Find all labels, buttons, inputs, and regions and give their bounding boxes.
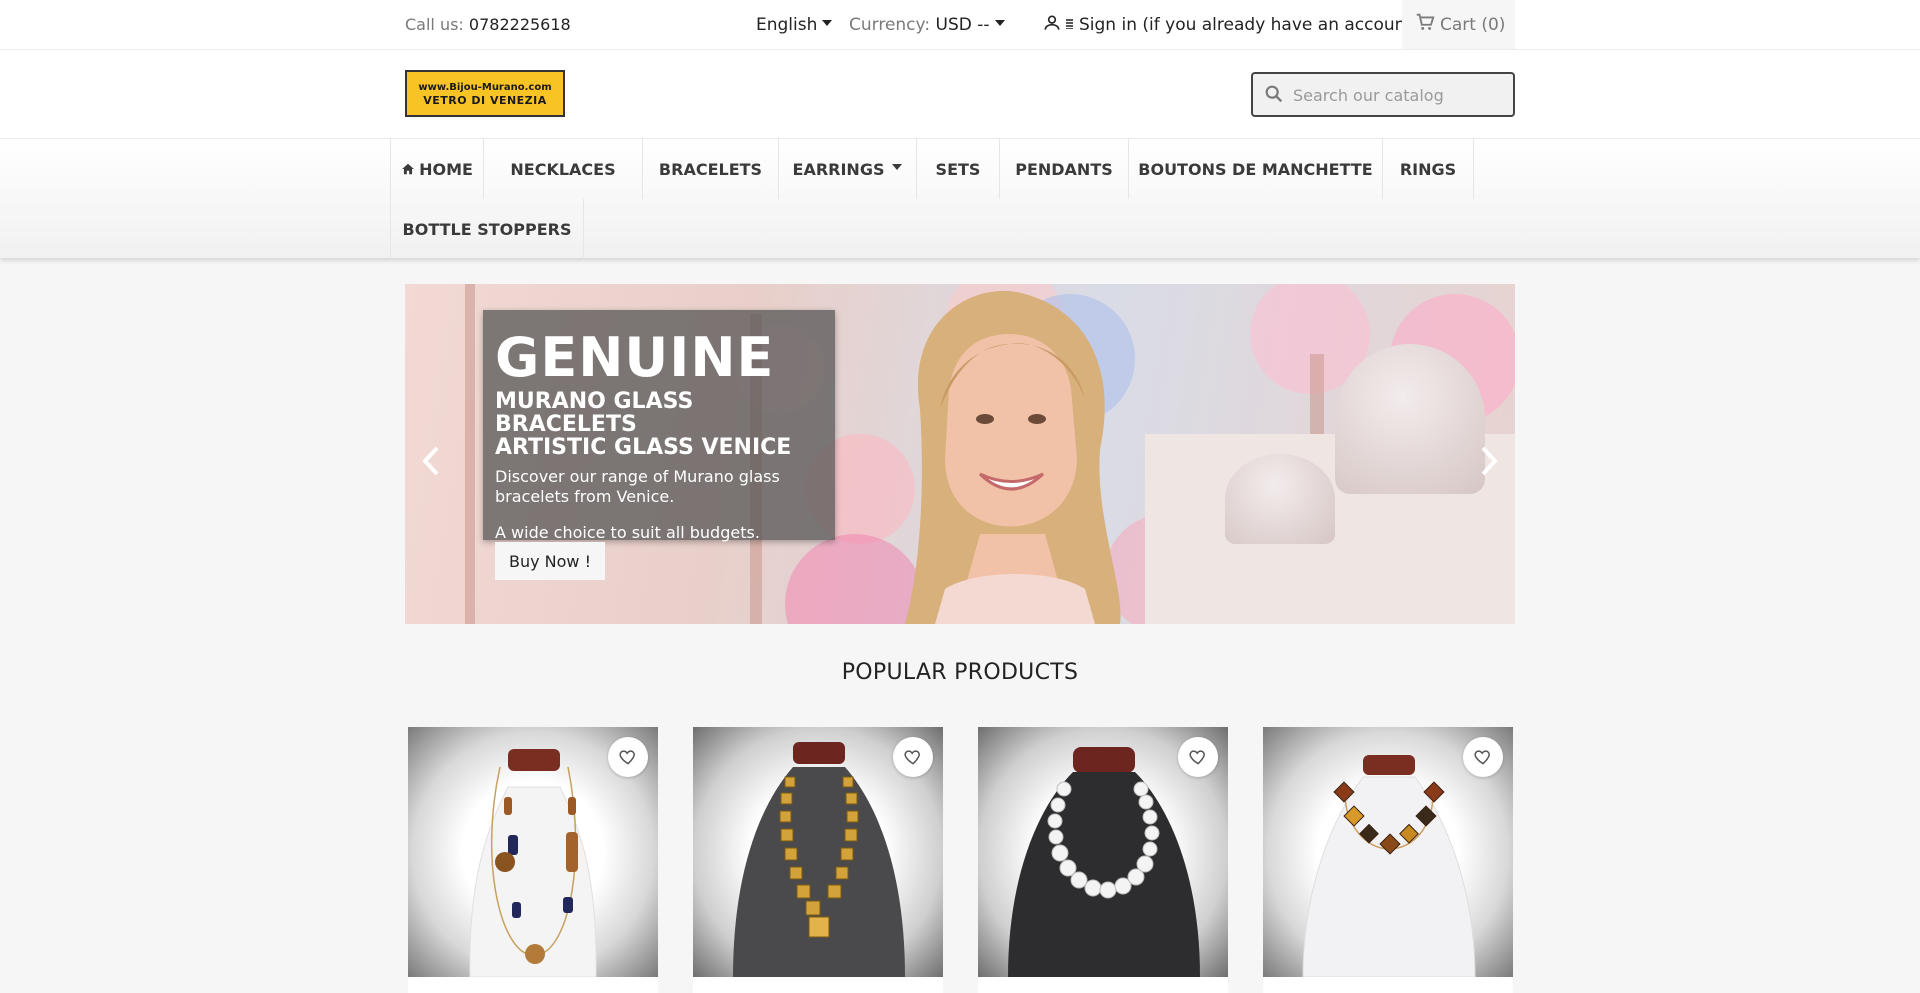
product-card-footer <box>408 977 658 993</box>
sign-in-text: Sign in (if you already have an account) <box>1079 15 1419 35</box>
slide-subtitle-1: MURANO GLASS BRACELETS <box>495 389 694 437</box>
currency-label: Currency: <box>849 15 931 35</box>
wishlist-button[interactable] <box>1463 737 1503 777</box>
caret-down-icon <box>822 20 833 26</box>
wishlist-button[interactable] <box>1178 737 1218 777</box>
menu-item-label: EARRINGS <box>792 159 885 179</box>
heart-icon <box>1189 750 1205 765</box>
hero-slider: GENUINE MURANO GLASS BRACELETS ARTISTIC … <box>405 284 1515 624</box>
buy-now-button[interactable]: Buy Now ! <box>495 542 605 580</box>
contact-phone[interactable]: 0782225618 <box>469 15 571 34</box>
wishlist-button[interactable] <box>608 737 648 777</box>
home-icon <box>402 163 414 175</box>
user-icon <box>1044 15 1060 30</box>
model-photo <box>905 290 1121 624</box>
product-card[interactable] <box>693 727 943 993</box>
slide-description: Discover our range of Murano glass brace… <box>495 467 780 506</box>
wishlist-button[interactable] <box>893 737 933 777</box>
logo-line-1: www.Bijou-Murano.com <box>418 81 552 93</box>
menu-item-bracelets[interactable]: BRACELETS <box>642 139 778 199</box>
menu-item-label: HOME <box>419 159 473 179</box>
menu-item-rings[interactable]: RINGS <box>1382 139 1474 199</box>
currency-value: USD -- <box>935 15 990 35</box>
heart-icon <box>904 750 920 765</box>
language-value: English <box>756 15 818 35</box>
product-card-footer <box>693 977 943 993</box>
product-card[interactable] <box>1263 727 1513 993</box>
product-card[interactable] <box>408 727 658 993</box>
product-card-footer <box>978 977 1228 993</box>
menu-item-label: SETS <box>935 159 981 179</box>
dome-decoration <box>1335 344 1485 494</box>
slide-caption: GENUINE MURANO GLASS BRACELETS ARTISTIC … <box>483 310 835 542</box>
sign-in-link[interactable]: Sign in (if you already have an account) <box>1042 15 1419 35</box>
menu-item-bottle-stoppers[interactable]: BOTTLE STOPPERS <box>390 199 584 259</box>
logo-line-2: VETRO DI VENEZIA <box>423 93 547 107</box>
chevron-right-icon[interactable] <box>1475 444 1503 478</box>
heart-icon <box>619 750 635 765</box>
pole-decoration <box>465 284 475 624</box>
menu-item-home[interactable]: HOME <box>390 139 483 199</box>
menu-item-label: NECKLACES <box>510 159 616 179</box>
chevron-left-icon[interactable] <box>417 444 445 478</box>
header: www.Bijou-Murano.com VETRO DI VENEZIA <box>0 50 1920 138</box>
caret-down-icon <box>994 20 1005 26</box>
caret-down-icon <box>892 164 903 170</box>
product-card-footer <box>1263 977 1513 993</box>
popular-products-heading: POPULAR PRODUCTS <box>841 660 1079 685</box>
dome-decoration <box>1225 454 1335 544</box>
menu-item-sets[interactable]: SETS <box>916 139 999 199</box>
menu-item-necklaces[interactable]: NECKLACES <box>483 139 642 199</box>
top-bar: Call us: 0782225618 English Currency: US… <box>0 0 1920 50</box>
search-input[interactable] <box>1293 80 1503 110</box>
menu-item-label: BOTTLE STOPPERS <box>402 219 572 239</box>
menu-item-pendants[interactable]: PENDANTS <box>999 139 1128 199</box>
account-mini-icon <box>1066 19 1073 29</box>
language-selector[interactable]: English <box>756 15 833 35</box>
slide-description-2: A wide choice to suit all budgets. <box>495 523 760 542</box>
slide-subtitle-2: ARTISTIC GLASS VENICE <box>495 435 792 460</box>
cart-text: Cart (0) <box>1440 15 1506 35</box>
product-card[interactable] <box>978 727 1228 993</box>
heart-icon <box>1474 750 1490 765</box>
slide-title: GENUINE <box>495 326 775 389</box>
menu-item-label: RINGS <box>1399 159 1457 179</box>
menu-item-boutons-de-manchette[interactable]: BOUTONS DE MANCHETTE <box>1128 139 1382 199</box>
main-menu: HOME NECKLACES BRACELETS EARRINGS SETS P… <box>0 138 1920 259</box>
menu-item-earrings[interactable]: EARRINGS <box>778 139 916 199</box>
menu-item-label: BRACELETS <box>658 159 763 179</box>
site-logo[interactable]: www.Bijou-Murano.com VETRO DI VENEZIA <box>405 70 565 117</box>
currency-selector[interactable]: Currency: USD -- <box>849 15 1005 35</box>
shopping-cart-icon <box>1416 13 1435 30</box>
menu-item-label: PENDANTS <box>1015 159 1113 179</box>
search-icon[interactable] <box>1263 83 1285 105</box>
contact-label: Call us: <box>405 15 464 34</box>
menu-item-label: BOUTONS DE MANCHETTE <box>1138 159 1373 179</box>
search-box <box>1251 72 1515 117</box>
contact-info: Call us: 0782225618 <box>405 15 571 34</box>
cart-button[interactable]: Cart (0) <box>1402 0 1515 49</box>
